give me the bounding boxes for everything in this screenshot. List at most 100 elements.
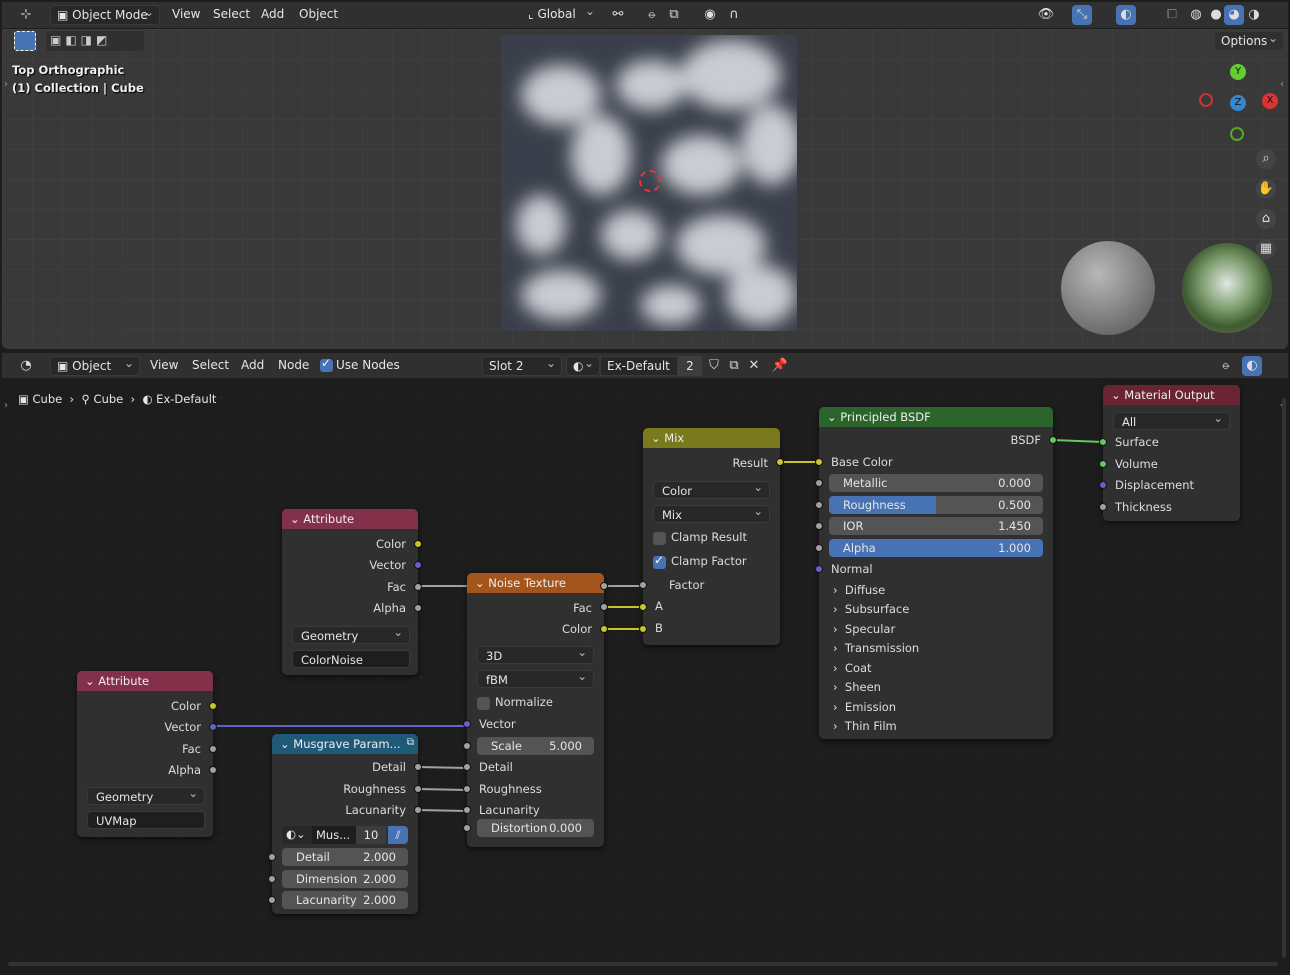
group-users-count[interactable]: 10 — [356, 826, 386, 844]
falloff-icon[interactable]: ∩ — [724, 5, 744, 25]
pivot-icon[interactable]: ⚯ — [608, 5, 628, 25]
attribute-type-dropdown[interactable]: Geometry — [87, 786, 205, 805]
node-header[interactable]: Mix — [643, 428, 780, 448]
pin-icon[interactable]: 📌 — [770, 356, 790, 376]
noise-texture-node[interactable]: Noise Texture Fac Color 3D fBM Normalize… — [463, 573, 608, 847]
socket-thickness-in[interactable] — [1099, 503, 1107, 511]
socket-vector[interactable] — [414, 561, 422, 569]
wireframe-shading-icon[interactable]: ◍ — [1186, 5, 1206, 25]
sidebar-toggle-icon[interactable]: ‹ — [1280, 79, 1284, 90]
rendered-shading-icon[interactable]: ◑ — [1244, 5, 1264, 25]
gizmo-z[interactable]: Z — [1230, 95, 1246, 111]
attribute-node-colornoise[interactable]: Attribute Color Vector Fac Alpha Geometr… — [282, 509, 422, 675]
socket-fac[interactable] — [209, 745, 217, 753]
menu-select[interactable]: Select — [213, 7, 250, 21]
node-header[interactable]: Attribute — [282, 509, 418, 529]
socket-surface-in[interactable] — [1099, 438, 1107, 446]
socket-fac[interactable] — [414, 583, 422, 591]
principled-bsdf-node[interactable]: Principled BSDF BSDF Base Color Metallic… — [815, 407, 1057, 739]
musgrave-group-node[interactable]: Musgrave Param... ⧉ Detail Roughness Lac… — [268, 734, 422, 914]
input-alpha[interactable]: Alpha 1.000 — [829, 539, 1043, 557]
socket-color[interactable] — [414, 540, 422, 548]
unlink-material-icon[interactable]: ✕ — [744, 356, 764, 376]
node-group-icon[interactable]: ⧉ — [407, 737, 414, 748]
snap-target-icon[interactable]: ⧉ — [664, 5, 684, 25]
zoom-icon[interactable]: ⌕ — [1256, 149, 1276, 169]
input-lacunarity[interactable]: Lacunarity 2.000 — [282, 891, 408, 909]
duplicate-material-icon[interactable]: ⧉ — [724, 356, 744, 376]
socket-detail-in[interactable] — [268, 853, 276, 861]
socket-detail-in[interactable] — [463, 763, 471, 771]
input-detail[interactable]: Detail 2.000 — [282, 848, 408, 866]
socket-alpha[interactable] — [414, 604, 422, 612]
panel-coat[interactable]: › Coat — [833, 661, 872, 675]
socket-bsdf-out[interactable] — [1049, 436, 1057, 444]
clamp-factor-checkbox[interactable] — [653, 553, 666, 569]
material-browse-dropdown[interactable]: ◐ — [566, 356, 600, 376]
use-nodes-checkbox[interactable] — [320, 356, 333, 372]
input-scale[interactable]: Scale 5.000 — [477, 737, 594, 755]
socket-alpha[interactable] — [209, 766, 217, 774]
gizmo-neg-x[interactable] — [1199, 93, 1213, 107]
socket-lacunarity-in[interactable] — [463, 806, 471, 814]
toolbar-toggle-icon[interactable]: › — [4, 79, 8, 90]
attribute-name-field[interactable]: UVMap — [87, 811, 205, 829]
node-menu-select[interactable]: Select — [192, 358, 229, 372]
gizmo-toggle-icon[interactable]: ⤡ — [1072, 5, 1092, 25]
material-name-field[interactable]: Ex-Default — [600, 356, 678, 376]
mix-blend-dropdown[interactable]: Mix — [653, 504, 770, 523]
group-name-field[interactable]: Mus... — [312, 826, 356, 844]
panel-sheen[interactable]: › Sheen — [833, 680, 881, 694]
socket-scale-in[interactable] — [463, 742, 471, 750]
gizmo-neg-y[interactable] — [1230, 127, 1244, 141]
attribute-type-dropdown[interactable]: Geometry — [292, 625, 410, 644]
node-editor[interactable]: ▣ Cube › ⚲ Cube › ◐ Ex-Default › ‹ Attri… — [2, 378, 1288, 970]
mix-node[interactable]: Mix Result Color Mix Clamp Result Clamp … — [639, 428, 784, 645]
orientation-dropdown[interactable]: ⌞ Global — [522, 5, 600, 25]
node-overlay-icon[interactable]: ◐ — [1242, 356, 1262, 376]
mode-dropdown[interactable]: ▣ Object Mode — [50, 5, 160, 25]
visibility-icon[interactable]: 👁 — [1036, 5, 1056, 25]
socket-dimension-in[interactable] — [268, 875, 276, 883]
material-shading-icon[interactable]: ◕ — [1224, 5, 1244, 25]
socket-factor-out[interactable] — [600, 582, 608, 590]
node-menu-node[interactable]: Node — [278, 358, 309, 372]
socket-b-in[interactable] — [639, 625, 647, 633]
socket-roughness-in[interactable] — [463, 785, 471, 793]
panel-emission[interactable]: › Emission — [833, 700, 896, 714]
normalize-checkbox[interactable] — [477, 697, 490, 710]
socket-volume-in[interactable] — [1099, 460, 1107, 468]
node-header[interactable]: Material Output — [1103, 385, 1240, 405]
clamp-result-checkbox[interactable] — [653, 532, 666, 545]
overlay-toggle-icon[interactable]: ◐ — [1116, 5, 1136, 25]
socket-metallic-in[interactable] — [815, 479, 823, 487]
socket-factor-in[interactable] — [639, 581, 647, 589]
horizontal-scrollbar[interactable] — [8, 962, 1278, 966]
3d-viewport[interactable]: ▣◧◨◩ Options Top Orthographic (1) Collec… — [2, 29, 1288, 349]
node-header[interactable]: Musgrave Param... — [272, 734, 418, 754]
socket-lacunarity-in[interactable] — [268, 896, 276, 904]
input-ior[interactable]: IOR 1.450 — [829, 517, 1043, 535]
gizmo-y[interactable]: Y — [1230, 64, 1246, 80]
socket-displacement-in[interactable] — [1099, 481, 1107, 489]
panel-transmission[interactable]: › Transmission — [833, 641, 919, 655]
menu-view[interactable]: View — [172, 7, 200, 21]
socket-vector[interactable] — [209, 723, 217, 731]
noise-type-dropdown[interactable]: fBM — [477, 669, 594, 688]
menu-object[interactable]: Object — [299, 7, 338, 21]
node-header[interactable]: Attribute — [77, 671, 213, 691]
socket-detail-out[interactable] — [414, 763, 422, 771]
socket-alpha-in[interactable] — [815, 544, 823, 552]
pan-hand-icon[interactable]: ✋ — [1256, 179, 1276, 199]
node-menu-view[interactable]: View — [150, 358, 178, 372]
camera-icon[interactable]: ⌂ — [1256, 209, 1276, 229]
socket-result-out[interactable] — [776, 458, 784, 466]
input-distortion[interactable]: Distortion 0.000 — [477, 819, 594, 837]
socket-base-color-in[interactable] — [815, 458, 823, 466]
panel-thin-film[interactable]: › Thin Film — [833, 719, 897, 733]
socket-distortion-in[interactable] — [463, 824, 471, 832]
attribute-name-field[interactable]: ColorNoise — [292, 650, 410, 668]
noise-dimensions-dropdown[interactable]: 3D — [477, 645, 594, 664]
output-target-dropdown[interactable]: All — [1113, 411, 1230, 430]
socket-normal-in[interactable] — [815, 565, 823, 573]
